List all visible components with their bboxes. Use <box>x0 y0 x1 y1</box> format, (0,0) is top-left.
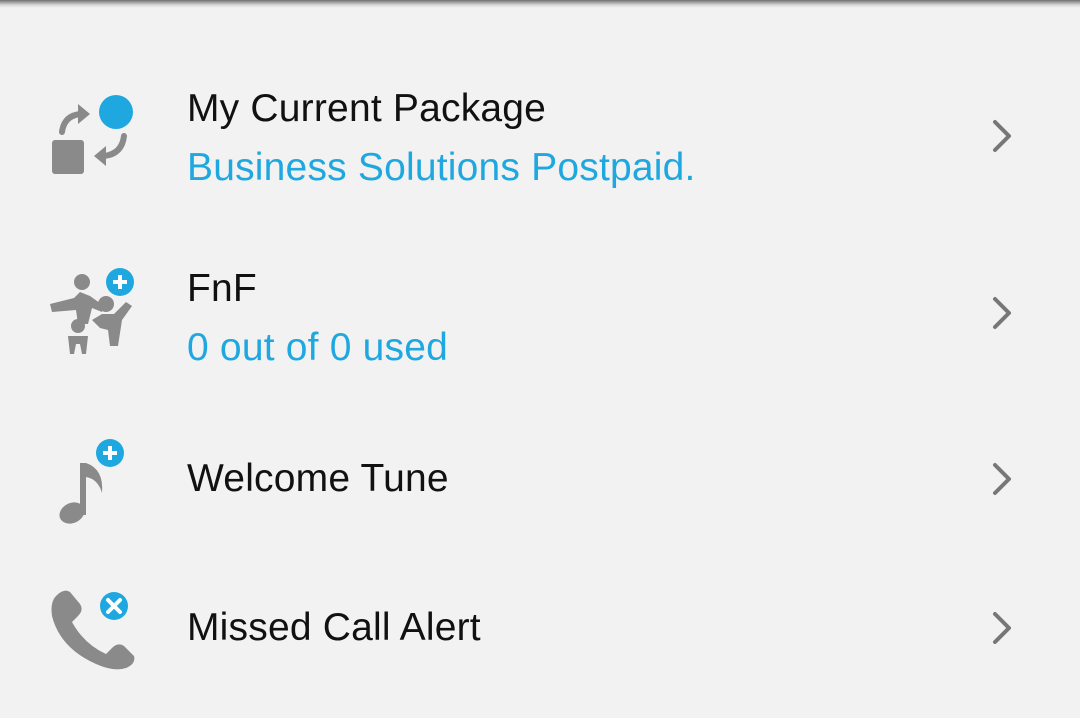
menu-item-current-package[interactable]: My Current Package Business Solutions Po… <box>0 60 1080 230</box>
services-menu-list: My Current Package Business Solutions Po… <box>0 0 1080 718</box>
menu-item-subtitle: Business Solutions Postpaid. <box>187 146 696 189</box>
menu-item-title: My Current Package <box>187 87 547 130</box>
fnf-add-icon <box>44 268 144 368</box>
chevron-right-icon <box>986 459 1018 499</box>
menu-item-missed-call-alert[interactable]: Missed Call Alert <box>0 570 1080 700</box>
missed-call-icon <box>44 582 144 682</box>
package-switch-icon <box>44 94 144 194</box>
menu-item-welcome-tune[interactable]: Welcome Tune <box>0 420 1080 550</box>
menu-item-fnf[interactable]: FnF 0 out of 0 used <box>0 240 1080 410</box>
menu-item-title: Welcome Tune <box>187 457 449 500</box>
music-note-add-icon <box>44 435 144 535</box>
chevron-right-icon <box>986 608 1018 648</box>
chevron-right-icon <box>986 116 1018 156</box>
menu-item-subtitle: 0 out of 0 used <box>187 326 449 369</box>
menu-item-title: FnF <box>187 267 257 310</box>
chevron-right-icon <box>986 293 1018 333</box>
menu-item-title: Missed Call Alert <box>187 606 481 649</box>
